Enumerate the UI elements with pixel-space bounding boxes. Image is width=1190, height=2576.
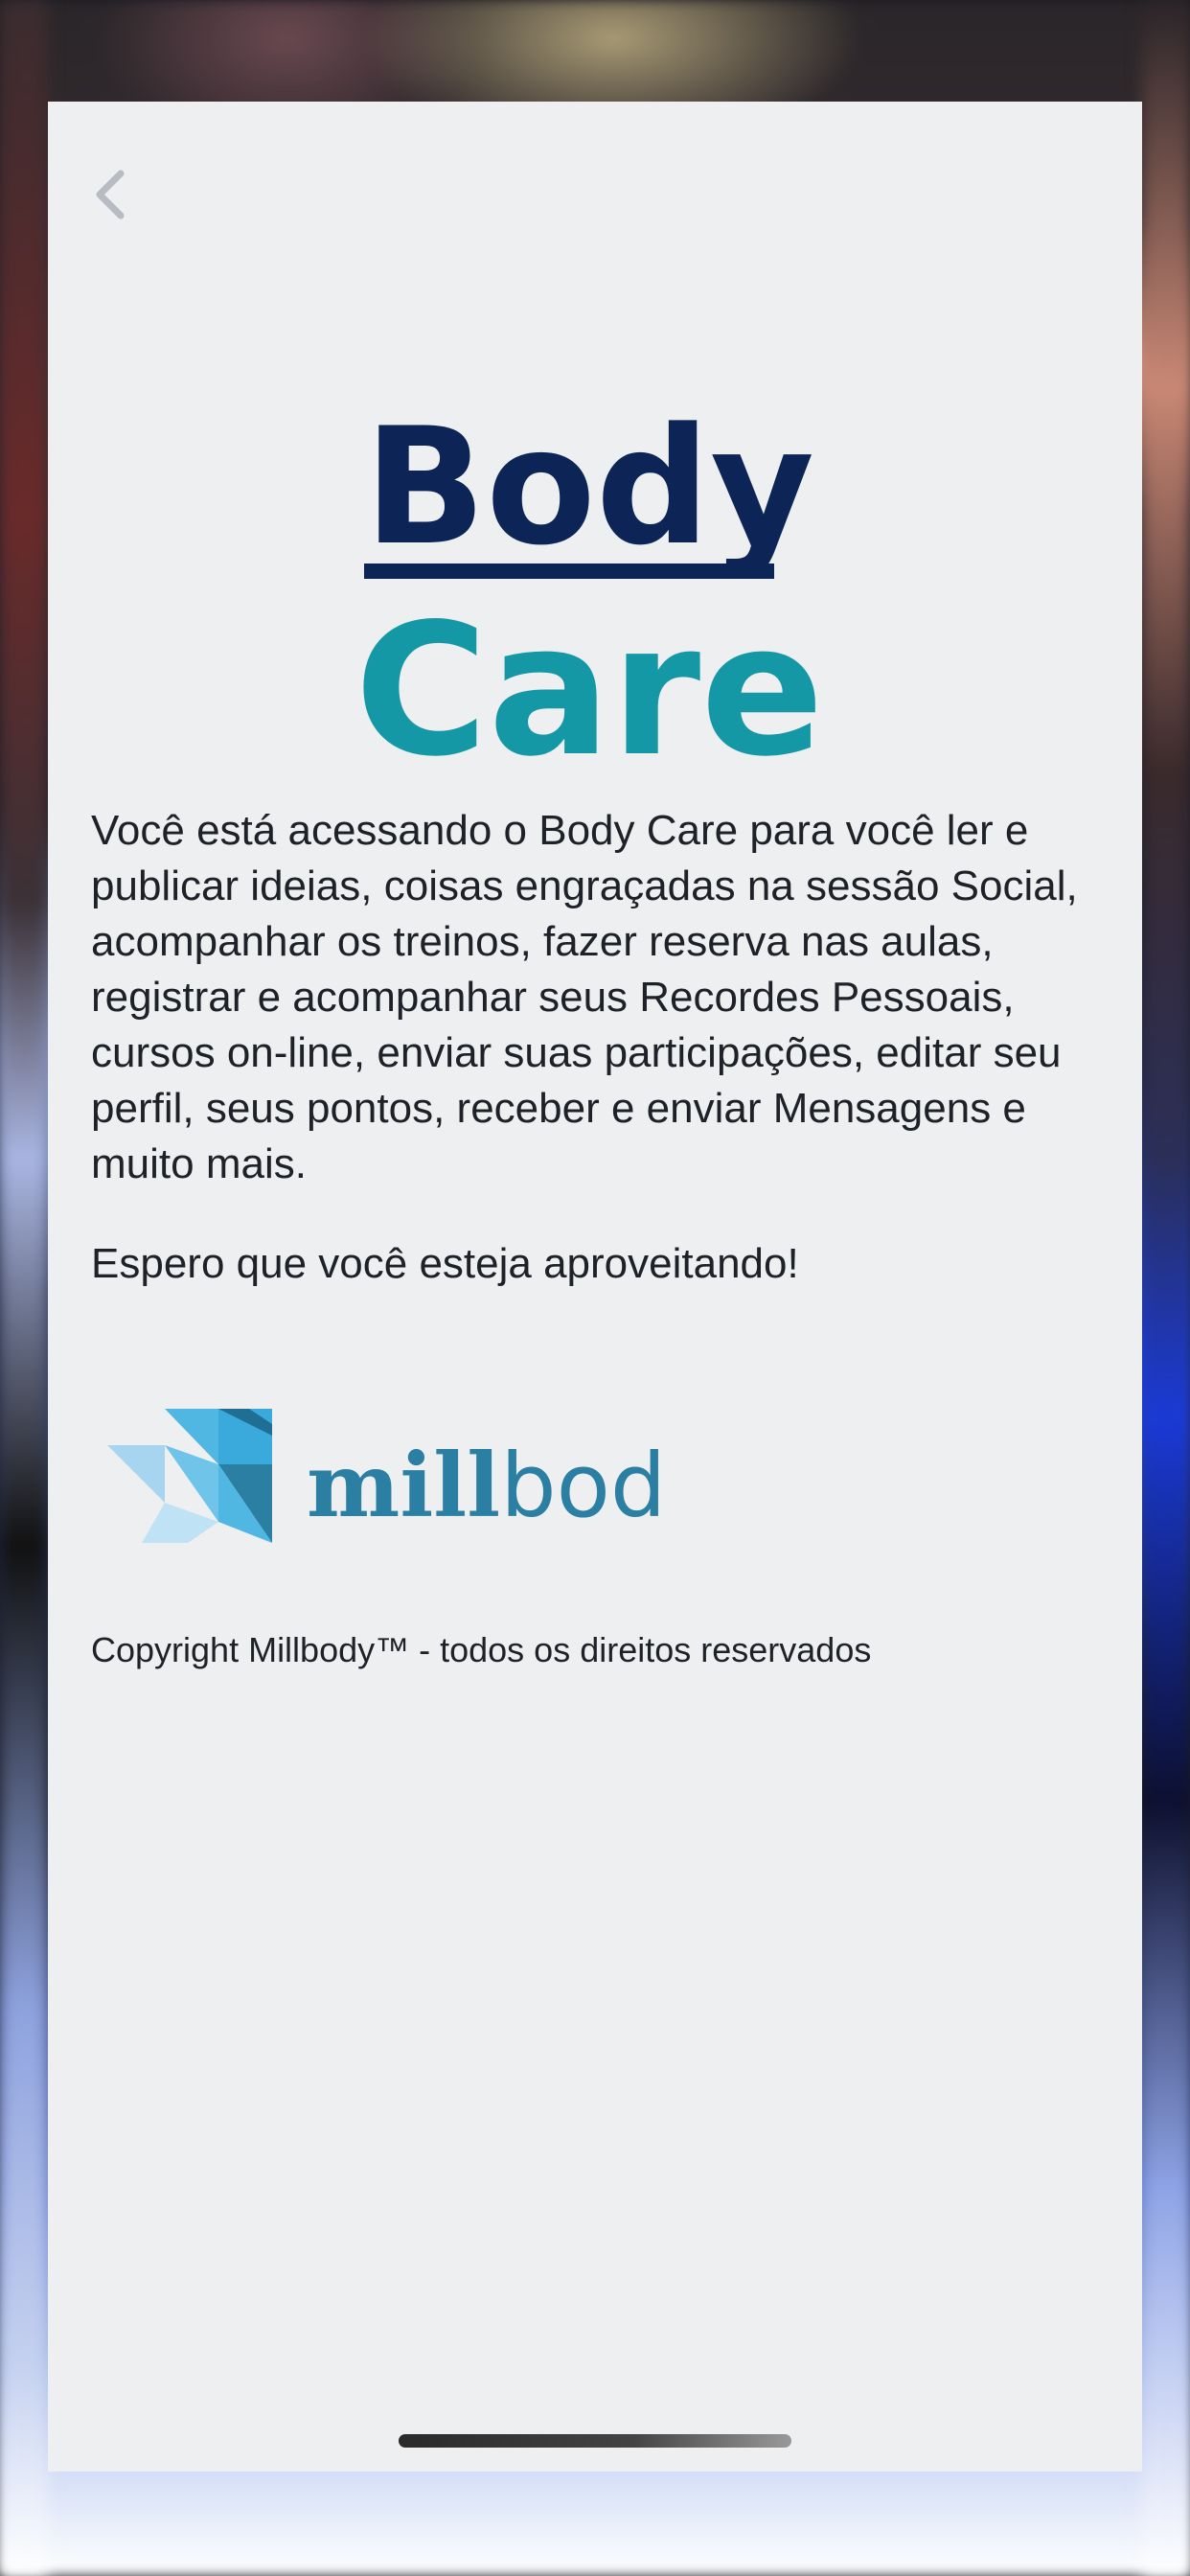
greeting-text: Espero que você esteja aproveitando! <box>91 1240 799 1287</box>
body-care-logo: Body Care <box>345 383 843 796</box>
background-edge-left <box>0 0 48 2576</box>
logo-underline <box>364 564 774 579</box>
millbody-name-light: body <box>500 1435 663 1537</box>
logo-body-text: Body <box>364 393 814 581</box>
copyright-text: Copyright Millbody™ - todos os direitos … <box>91 1630 872 1669</box>
back-button[interactable] <box>80 151 142 238</box>
background-edge-right <box>1142 0 1190 2576</box>
millbody-mark-icon <box>107 1409 272 1543</box>
millbody-logo: millbody <box>107 1409 719 1552</box>
chevron-left-icon <box>96 170 125 219</box>
svg-text:millbody: millbody <box>307 1434 663 1537</box>
millbody-name-bold: mill <box>307 1434 500 1537</box>
home-indicator[interactable] <box>399 2434 791 2448</box>
description-block: Você está acessando o Body Care para voc… <box>91 803 1107 1292</box>
logo-care-text: Care <box>355 585 824 786</box>
description-text: Você está acessando o Body Care para voc… <box>91 807 1078 1187</box>
